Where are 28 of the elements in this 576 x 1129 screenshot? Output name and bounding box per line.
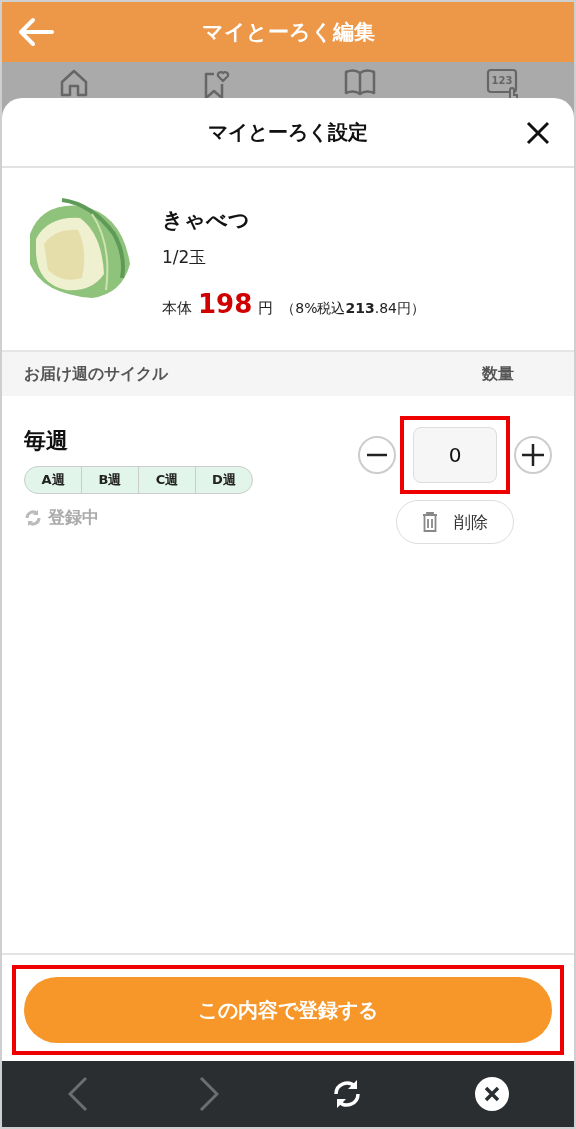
registration-status: 登録中 [48,506,99,529]
open-book-icon[interactable] [343,68,376,96]
price-label: 本体 [162,299,192,318]
delete-button[interactable]: 削除 [396,500,514,544]
price-value: 198 [198,289,253,319]
cycle-name: 毎週 [24,427,69,455]
header-title: マイとーろく編集 [201,19,375,46]
trash-icon [422,512,438,532]
close-icon[interactable] [474,1077,509,1111]
column-header: 数量 [482,363,514,385]
column-header: お届け週のサイクル [24,363,168,385]
home-icon[interactable] [58,68,89,98]
product-unit: 1/2玉 [162,246,208,269]
close-icon[interactable] [526,121,550,145]
tax-included-price: （8%税込213.84円） [281,300,425,318]
sync-icon [24,508,42,527]
minus-button[interactable] [358,436,396,474]
week-label: B週 [82,467,139,493]
currency-label: 円 [258,299,274,318]
week-label: A週 [25,467,82,493]
sheet-title: マイとーろく設定 [208,118,368,146]
plus-button[interactable] [514,436,552,474]
product-name: きゃべつ [162,207,251,234]
plus-icon [522,444,544,466]
week-label: D週 [211,471,237,489]
minus-icon [367,453,387,457]
quantity-field[interactable]: 0 [413,427,497,483]
week-label: C週 [139,467,196,493]
